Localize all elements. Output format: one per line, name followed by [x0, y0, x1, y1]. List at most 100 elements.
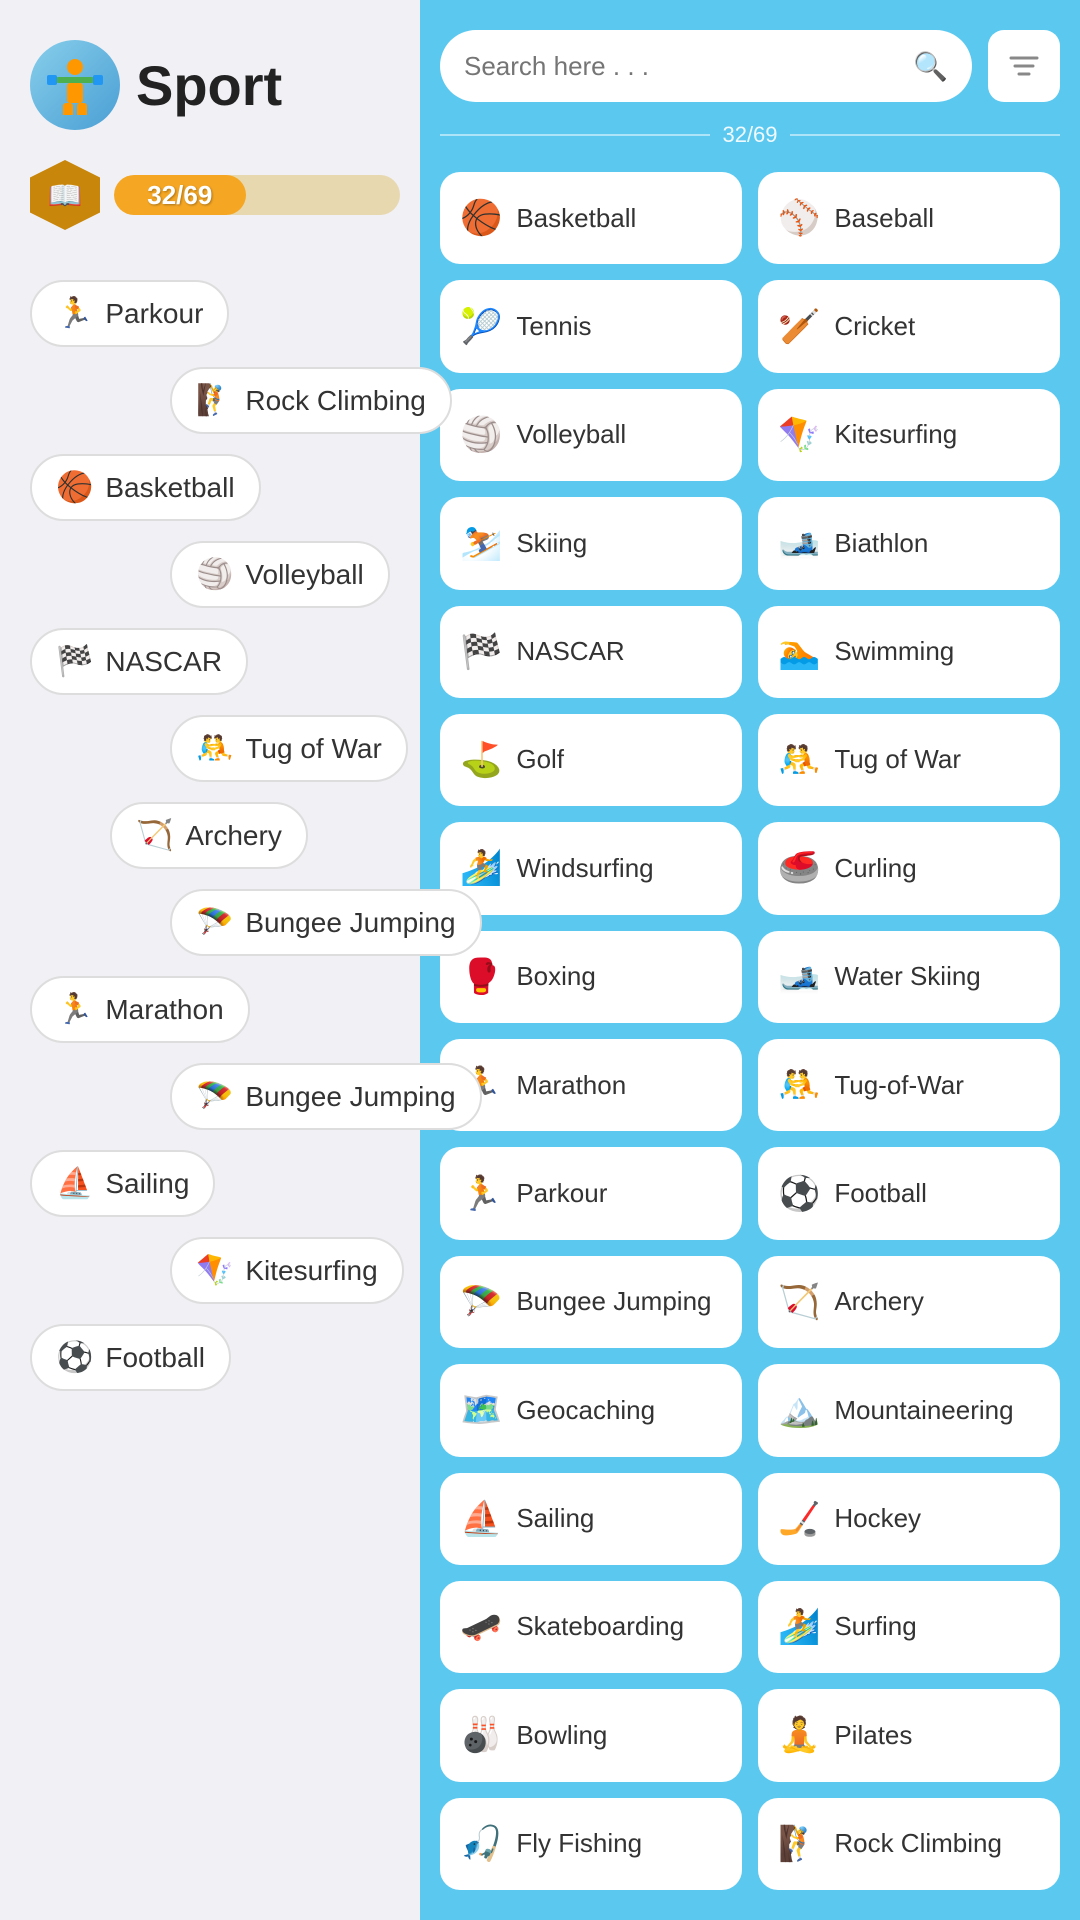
grid-item[interactable]: 🤼Tug of War — [758, 714, 1060, 806]
grid-item[interactable]: 🥊Boxing — [440, 931, 742, 1023]
grid-item[interactable]: 🏒Hockey — [758, 1473, 1060, 1565]
sport-label: Mountaineering — [834, 1395, 1013, 1426]
kitesurfing-icon-left: 🪁 — [196, 1253, 233, 1288]
grid-item[interactable]: 🏃Marathon — [440, 1039, 742, 1131]
chip-row-3: 🏀 Basketball — [30, 454, 400, 521]
chip-bungee-1[interactable]: 🪂 Bungee Jumping — [170, 889, 482, 956]
chip-nascar[interactable]: 🏁 NASCAR — [30, 628, 248, 695]
grid-item[interactable]: 🏄 Surfing — [758, 1581, 1060, 1673]
chip-basketball[interactable]: 🏀 Basketball — [30, 454, 261, 521]
grid-item[interactable]: 🥌Curling — [758, 822, 1060, 914]
sport-icon: 🧘 — [778, 1715, 820, 1755]
grid-item[interactable]: ⚽Football — [758, 1147, 1060, 1239]
chip-nascar-label: NASCAR — [105, 646, 222, 678]
chip-archery-label: Archery — [185, 820, 281, 852]
grid-item[interactable]: 🤼Tug-of-War — [758, 1039, 1060, 1131]
sport-icon: 🪁 — [778, 415, 820, 455]
chip-tug-of-war-label: Tug of War — [245, 733, 381, 765]
chip-marathon-label: Marathon — [105, 994, 223, 1026]
chip-archery[interactable]: 🏹 Archery — [110, 802, 308, 869]
chips-container: 🏃 Parkour 🧗 Rock Climbing 🏀 Basketball 🏐… — [30, 280, 400, 1391]
search-box[interactable]: 🔍 — [440, 30, 972, 102]
sport-icon: 🧗 — [778, 1824, 820, 1864]
chip-bungee-2[interactable]: 🪂 Bungee Jumping — [170, 1063, 482, 1130]
sport-label: Tennis — [516, 311, 591, 342]
grid-item[interactable]: 🎳Bowling — [440, 1689, 742, 1781]
chip-football[interactable]: ⚽ Football — [30, 1324, 231, 1391]
sport-icon: 🎣 — [460, 1824, 502, 1864]
chip-parkour[interactable]: 🏃 Parkour — [30, 280, 229, 347]
grid-item[interactable]: 🎣Fly Fishing — [440, 1798, 742, 1890]
grid-item[interactable]: 🏐 Volleyball — [440, 389, 742, 481]
chip-row-11: ⛵ Sailing — [30, 1150, 400, 1217]
chip-volleyball-label: Volleyball — [245, 559, 363, 591]
grid-item[interactable]: 🏀Basketball — [440, 172, 742, 264]
sport-icon: 🏹 — [778, 1282, 820, 1322]
progress-fill: 32/69 — [114, 175, 246, 215]
grid-item[interactable]: ⛷️Skiing — [440, 497, 742, 589]
sport-icon: 🏐 — [460, 415, 502, 455]
chip-bungee-1-label: Bungee Jumping — [245, 907, 455, 939]
sport-icon: 🏄 — [778, 1607, 820, 1647]
sport-label: Curling — [834, 853, 916, 884]
sport-icon: 🏔️ — [778, 1390, 820, 1430]
archery-icon-left: 🏹 — [136, 818, 173, 853]
chip-row-5: 🏁 NASCAR — [30, 628, 400, 695]
chip-bungee-2-label: Bungee Jumping — [245, 1081, 455, 1113]
sport-label: Bungee Jumping — [516, 1286, 711, 1317]
search-input[interactable] — [464, 51, 901, 82]
grid-item[interactable]: 🎿Biathlon — [758, 497, 1060, 589]
grid-item[interactable]: 🎿Water Skiing — [758, 931, 1060, 1023]
progress-text: 32/69 — [147, 180, 212, 211]
grid-item[interactable]: 🪂Bungee Jumping — [440, 1256, 742, 1348]
grid-item[interactable]: 🎾Tennis — [440, 280, 742, 372]
sport-label: Volleyball — [516, 419, 626, 450]
sport-label: Marathon — [516, 1070, 626, 1101]
bungee-icon-2: 🪂 — [196, 1079, 233, 1114]
grid-item[interactable]: 🗺️Geocaching — [440, 1364, 742, 1456]
sport-label: Hockey — [834, 1503, 921, 1534]
chip-sailing[interactable]: ⛵ Sailing — [30, 1150, 215, 1217]
sport-icon: 🛹 — [460, 1607, 502, 1647]
chip-marathon[interactable]: 🏃 Marathon — [30, 976, 250, 1043]
chip-parkour-label: Parkour — [105, 298, 203, 330]
grid-item[interactable]: 🧗Rock Climbing — [758, 1798, 1060, 1890]
chip-tug-of-war[interactable]: 🤼 Tug of War — [170, 715, 408, 782]
chip-volleyball[interactable]: 🏐 Volleyball — [170, 541, 390, 608]
grid-item[interactable]: ⚾Baseball — [758, 172, 1060, 264]
marathon-icon-left: 🏃 — [56, 992, 93, 1027]
sport-label: Water Skiing — [834, 961, 980, 992]
grid-item[interactable]: 🪁Kitesurfing — [758, 389, 1060, 481]
sport-label: Surfing — [834, 1611, 916, 1642]
sport-label: NASCAR — [516, 636, 624, 667]
chip-sailing-label: Sailing — [105, 1168, 189, 1200]
chip-row-8: 🪂 Bungee Jumping — [30, 889, 400, 956]
sport-icon: 🗺️ — [460, 1390, 502, 1430]
chip-football-label: Football — [105, 1342, 205, 1374]
grid-item[interactable]: 🏃Parkour — [440, 1147, 742, 1239]
chip-rock-climbing[interactable]: 🧗 Rock Climbing — [170, 367, 452, 434]
grid-item[interactable]: ⛵Sailing — [440, 1473, 742, 1565]
grid-item[interactable]: 🏄Windsurfing — [440, 822, 742, 914]
grid-item[interactable]: 🏁NASCAR — [440, 606, 742, 698]
filter-button[interactable] — [988, 30, 1060, 102]
grid-item[interactable]: 🏏Cricket — [758, 280, 1060, 372]
grid-item[interactable]: 🧘Pilates — [758, 1689, 1060, 1781]
parkour-icon: 🏃 — [56, 296, 93, 331]
header-section: Sport — [30, 40, 400, 130]
grid-item[interactable]: 🏔️ Mountaineering — [758, 1364, 1060, 1456]
grid-item[interactable]: 🛹Skateboarding — [440, 1581, 742, 1673]
sailing-icon-left: ⛵ — [56, 1166, 93, 1201]
search-row: 🔍 — [440, 30, 1060, 102]
grid-item[interactable]: ⛳Golf — [440, 714, 742, 806]
sport-label: Sailing — [516, 1503, 594, 1534]
tug-of-war-icon-left: 🤼 — [196, 731, 233, 766]
sport-label: Swimming — [834, 636, 954, 667]
grid-item[interactable]: 🏹Archery — [758, 1256, 1060, 1348]
chip-kitesurfing[interactable]: 🪁 Kitesurfing — [170, 1237, 404, 1304]
sport-label: Bowling — [516, 1720, 607, 1751]
sport-label: Golf — [516, 744, 564, 775]
sport-icon: 🏊 — [778, 632, 820, 672]
sport-label: Windsurfing — [516, 853, 653, 884]
grid-item[interactable]: 🏊 Swimming — [758, 606, 1060, 698]
